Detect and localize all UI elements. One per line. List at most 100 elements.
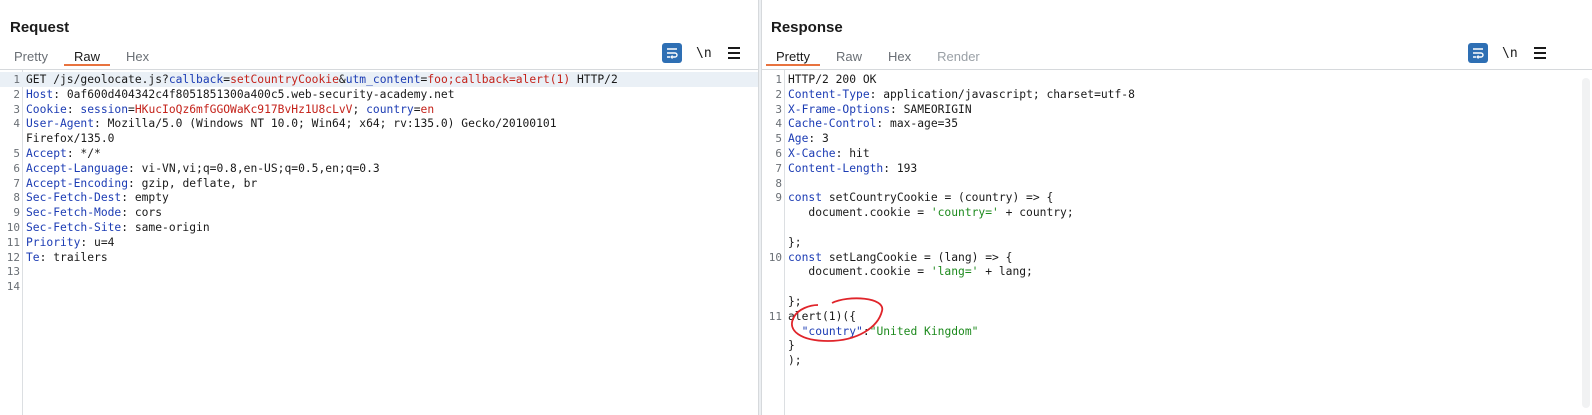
code-token: + country;: [998, 206, 1074, 220]
code-line[interactable]: 8: [762, 176, 1592, 191]
code-line[interactable]: 6 Accept-Language: vi-VN,vi;q=0.8,en-US;q…: [0, 161, 758, 176]
code-token: Sec-Fetch-Dest: [26, 191, 122, 205]
line-number: 7: [775, 161, 782, 175]
code-line[interactable]: 7 Accept-Encoding: gzip, deflate, br: [0, 176, 758, 191]
response-title: Response: [771, 19, 843, 36]
code-token: Content-Type: [788, 87, 870, 101]
newline-toggle-button[interactable]: \n: [1502, 46, 1518, 61]
code-token: =: [128, 102, 135, 116]
vertical-scrollbar[interactable]: [1582, 78, 1590, 408]
code-token: User-Agent: [26, 117, 95, 131]
code-token: : 3: [808, 132, 829, 146]
tab-pretty[interactable]: Pretty: [766, 46, 820, 66]
code-line[interactable]: document.cookie = 'lang=' + lang;: [762, 264, 1592, 279]
code-token: : SAMEORIGIN: [890, 102, 972, 116]
code-token: ;: [352, 102, 367, 116]
code-line[interactable]: 2 Content-Type: application/javascript; c…: [762, 87, 1592, 102]
code-token: setCountryCookie: [230, 73, 339, 86]
code-line[interactable]: 10 Sec-Fetch-Site: same-origin: [0, 220, 758, 235]
code-line[interactable]: 5 Age: 3: [762, 131, 1592, 146]
code-token: session: [80, 102, 129, 116]
line-number: 3: [775, 102, 782, 116]
line-number: 10: [6, 221, 20, 234]
wrap-lines-icon[interactable]: [662, 43, 682, 63]
code-token: HTTP/2: [570, 73, 618, 86]
code-line[interactable]: 2 Host: 0af600d404342c4f8051851300a400c5.…: [0, 87, 758, 102]
code-line[interactable]: 8 Sec-Fetch-Dest: empty: [0, 190, 758, 205]
code-token: utm_content: [345, 73, 421, 86]
response-pane: Response Pretty Raw Hex Render \n 1 HTTP/…: [762, 0, 1592, 415]
code-token: : gzip, deflate, br: [128, 176, 258, 190]
line-number: 10: [768, 250, 782, 264]
hamburger-menu-icon[interactable]: [1533, 47, 1546, 59]
code-line[interactable]: );: [762, 353, 1592, 368]
request-editor[interactable]: 1 GET /js/geolocate.js?callback=setCountr…: [0, 70, 758, 415]
code-line[interactable]: 1 GET /js/geolocate.js?callback=setCountr…: [0, 72, 758, 87]
code-token: : trailers: [39, 250, 108, 264]
request-title: Request: [10, 19, 70, 36]
code-token: Sec-Fetch-Site: [26, 221, 122, 234]
hamburger-menu-icon[interactable]: [727, 47, 740, 59]
code-token: GET /js/geolocate.js?: [26, 73, 169, 86]
line-code: Sec-Fetch-Mode: cors: [26, 205, 162, 220]
code-line[interactable]: [762, 220, 1592, 235]
line-code: Accept-Language: vi-VN,vi;q=0.8,en-US;q=…: [26, 161, 380, 176]
code-line[interactable]: document.cookie = 'country=' + country;: [762, 205, 1592, 220]
code-token: Firefox/135.0: [26, 132, 115, 146]
code-token: Cache-Control: [788, 117, 877, 131]
code-token: foo;callback=alert(1): [427, 73, 571, 86]
response-editor[interactable]: 1 HTTP/2 200 OK 2 Content-Type: application…: [762, 70, 1592, 415]
code-token: Cookie: [26, 102, 67, 116]
line-code: };: [788, 235, 802, 250]
code-token: 'country=': [930, 206, 999, 220]
code-line[interactable]: Firefox/135.0: [0, 131, 758, 146]
tab-raw[interactable]: Raw: [63, 46, 110, 66]
code-token: document.cookie =: [788, 206, 931, 220]
line-number: 3: [13, 102, 20, 116]
code-line[interactable]: };: [762, 235, 1592, 250]
code-line[interactable]: 3 X-Frame-Options: SAMEORIGIN: [762, 102, 1592, 117]
code-line[interactable]: [762, 279, 1592, 294]
line-code: User-Agent: Mozilla/5.0 (Windows NT 10.0…: [26, 116, 557, 131]
code-line[interactable]: 6 X-Cache: hit: [762, 146, 1592, 161]
code-line[interactable]: 4 User-Agent: Mozilla/5.0 (Windows NT 10.…: [0, 116, 758, 131]
line-number: 2: [13, 87, 20, 101]
code-line[interactable]: 5 Accept: */*: [0, 146, 758, 161]
code-token: Accept-Encoding: [26, 176, 129, 190]
tab-raw[interactable]: Raw: [826, 46, 872, 66]
code-line[interactable]: 12 Te: trailers: [0, 250, 758, 265]
code-line[interactable]: 7 Content-Length: 193: [762, 161, 1592, 176]
code-line[interactable]: 9 const setCountryCookie = (country) => {: [762, 190, 1592, 205]
line-code: Cookie: session=HKucIoQz6mfGGOWaKc917BvH…: [26, 102, 434, 117]
code-line[interactable]: 9 Sec-Fetch-Mode: cors: [0, 205, 758, 220]
code-token: : cors: [121, 206, 163, 220]
line-code: const setLangCookie = (lang) => {: [788, 250, 1012, 265]
code-line[interactable]: 13: [0, 264, 758, 279]
code-token: : */*: [66, 147, 101, 160]
code-token: Priority: [26, 235, 81, 249]
code-line[interactable]: 3 Cookie: session=HKucIoQz6mfGGOWaKc917Bv…: [0, 102, 758, 117]
line-number: 8: [13, 191, 20, 205]
code-token: const: [788, 191, 823, 205]
tab-pretty[interactable]: Pretty: [4, 46, 58, 66]
tab-render[interactable]: Render: [927, 46, 990, 66]
tab-hex[interactable]: Hex: [878, 46, 921, 66]
code-line[interactable]: 11 Priority: u=4: [0, 235, 758, 250]
newline-toggle-button[interactable]: \n: [696, 46, 712, 61]
tab-hex[interactable]: Hex: [116, 46, 159, 66]
code-token: Content-Length: [788, 161, 884, 175]
code-token: const: [788, 250, 823, 264]
code-line[interactable]: 14: [0, 279, 758, 294]
request-tabs: Pretty Raw Hex: [4, 46, 165, 69]
wrap-lines-icon[interactable]: [1468, 43, 1488, 63]
code-token: HTTP/2 200 OK: [788, 73, 877, 86]
line-code: X-Cache: hit: [788, 146, 870, 161]
code-line[interactable]: 1 HTTP/2 200 OK: [762, 72, 1592, 87]
code-token: : hit: [835, 147, 870, 160]
line-number: 5: [13, 147, 20, 160]
code-token: :: [66, 102, 81, 116]
code-line[interactable]: 4 Cache-Control: max-age=35: [762, 116, 1592, 131]
code-line[interactable]: 10 const setLangCookie = (lang) => {: [762, 250, 1592, 265]
line-number: 9: [13, 206, 20, 220]
line-number: 2: [775, 87, 782, 101]
